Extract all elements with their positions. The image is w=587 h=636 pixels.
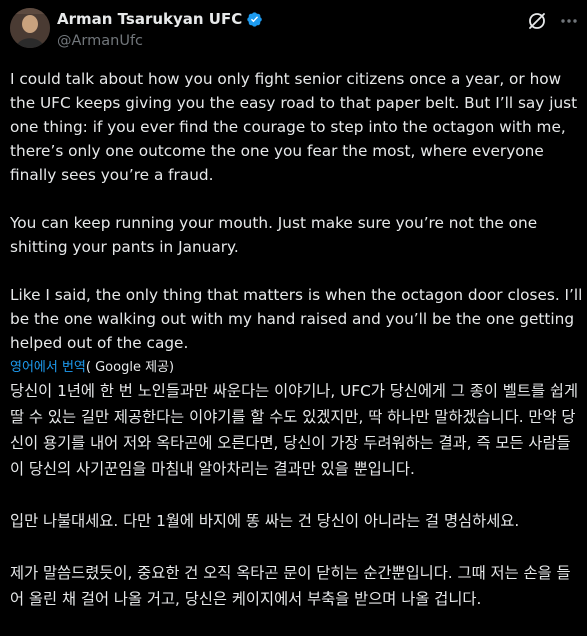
avatar[interactable] [10, 8, 50, 48]
grok-icon [529, 13, 545, 29]
more-options-icon [561, 19, 577, 23]
verified-badge-icon [247, 11, 263, 27]
google-provider-label: ( Google 제공) [85, 360, 175, 375]
translation-attribution: 영어에서 번역( Google 제공) [10, 356, 174, 375]
grok-button[interactable] [525, 9, 549, 33]
tweet-header: Arman Tsarukyan UFC @ArmanUfc [0, 0, 587, 60]
tweet-paragraph: Like I said, the only thing that matters… [10, 286, 583, 352]
translation-paragraph: 제가 말씀드렸듯이, 중요한 건 오직 옥타곤 문이 닫히는 순간뿐입니다. 그… [10, 564, 571, 608]
avatar-photo [10, 8, 50, 48]
tweet-paragraph: I could talk about how you only fight se… [10, 70, 578, 184]
translated-from-english-link[interactable]: 영어에서 번역 [10, 360, 86, 375]
tweet-paragraph: You can keep running your mouth. Just ma… [10, 214, 538, 256]
translated-text: 당신이 1년에 한 번 노인들과만 싸운다는 이야기나, UFC가 당신에게 그… [10, 378, 584, 612]
translation-paragraph: 입만 나불대세요. 다만 1월에 바지에 똥 싸는 건 당신이 아니라는 걸 명… [10, 512, 520, 530]
translation-paragraph: 당신이 1년에 한 번 노인들과만 싸운다는 이야기나, UFC가 당신에게 그… [10, 382, 579, 478]
author-display-name[interactable]: Arman Tsarukyan UFC [57, 10, 242, 28]
more-options-button[interactable] [557, 9, 581, 33]
tweet-text: I could talk about how you only fight se… [10, 67, 584, 355]
author-name-row: Arman Tsarukyan UFC [57, 10, 263, 28]
author-handle[interactable]: @ArmanUfc [57, 33, 143, 49]
